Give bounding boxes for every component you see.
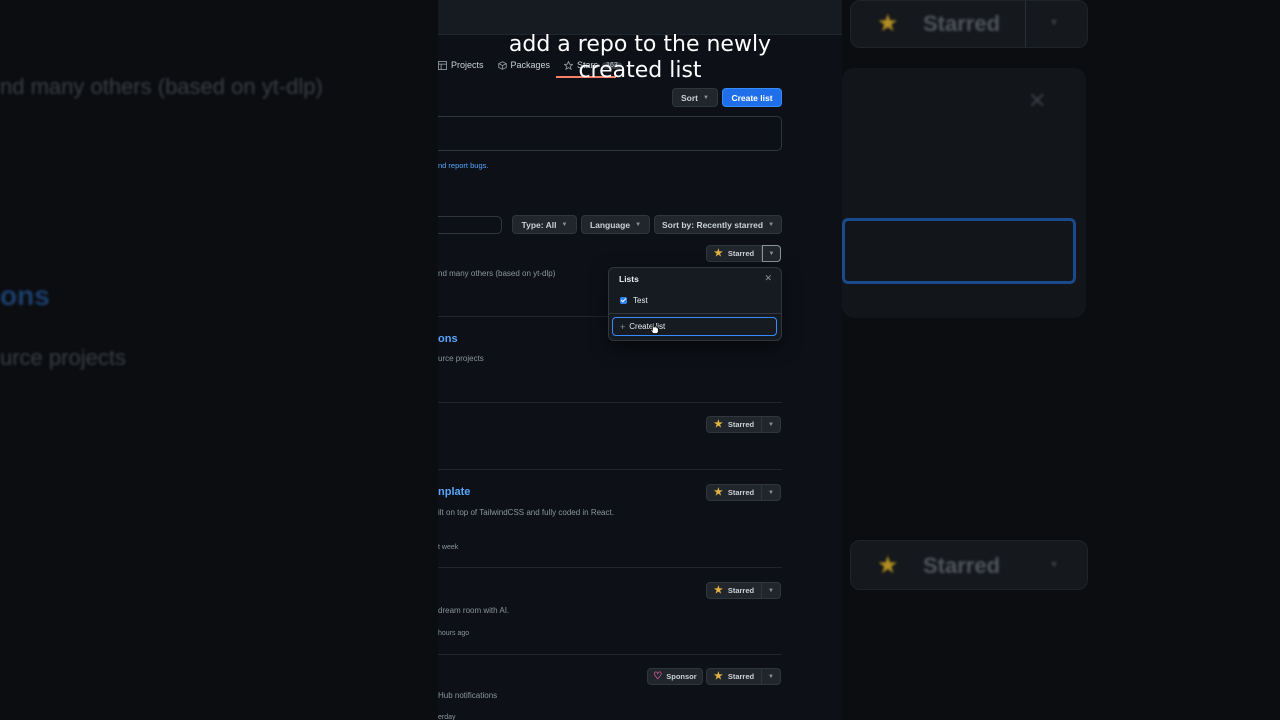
caption-line-1: add a repo to the newly (508, 32, 772, 57)
bg-create-list-outline (842, 218, 1076, 284)
bg-popup-card: ✕ (842, 68, 1086, 318)
sponsor-button[interactable]: ♡ Sponsor (647, 668, 703, 685)
chevron-down-icon: ▼ (768, 221, 775, 228)
starred-label: Starred (727, 672, 755, 681)
sponsor-label: Sponsor (666, 672, 697, 681)
starred-label: Starred (727, 586, 755, 595)
hand-cursor-icon (650, 322, 659, 334)
chevron-down-icon: ▼ (768, 489, 774, 496)
starred-button[interactable]: ★ Starred (706, 245, 762, 262)
starred-button-group: ★ Starred ▼ (706, 582, 781, 599)
bg-caret-icon: ▾ (1051, 15, 1058, 29)
language-filter-label: Language (589, 219, 631, 230)
repo-description: nd many others (based on yt-dlp) (438, 269, 556, 278)
repo-divider (438, 402, 782, 403)
starred-label: Starred (727, 249, 755, 258)
heart-icon: ♡ (653, 671, 663, 682)
sort-by-label: Sort by: Recently starred (661, 219, 764, 230)
bg-repo-name: ons (0, 280, 50, 311)
lists-area (438, 116, 782, 151)
repo-description: urce projects (438, 354, 484, 363)
language-filter-button[interactable]: Language ▼ (581, 215, 650, 234)
bg-star-icon: ★ (877, 10, 899, 37)
starred-button[interactable]: ★ Starred (706, 668, 762, 685)
sort-by-button[interactable]: Sort by: Recently starred ▼ (654, 215, 782, 234)
main-column: Projects Packages Stars 163 add a repo t… (438, 0, 842, 720)
repo-updated-meta: t week (438, 544, 459, 551)
repo-description: ilt on top of TailwindCSS and fully code… (438, 508, 614, 517)
star-icon: ★ (713, 585, 723, 596)
repo-updated-meta: erday (438, 714, 456, 720)
type-filter-button[interactable]: Type: All ▼ (512, 215, 577, 234)
popup-divider (609, 313, 781, 314)
star-icon: ★ (713, 487, 723, 498)
lists-dropdown-button[interactable]: ▼ (762, 245, 781, 262)
bg-starred-group: ★ Starred ▾ (850, 0, 1088, 48)
starred-button-group: ★ Starred ▼ (706, 484, 781, 501)
background-left-blur: nd many others (based on yt-dlp) ons urc… (0, 0, 438, 720)
bg-close-icon: ✕ (1028, 88, 1047, 113)
starred-button[interactable]: ★ Starred (706, 416, 762, 433)
starred-button[interactable]: ★ Starred (706, 484, 762, 501)
bg-starred-group-2: ★ Starred ▾ (850, 540, 1088, 590)
create-list-menu-item[interactable]: + Create list (612, 317, 777, 336)
star-icon: ★ (713, 671, 723, 682)
repo-divider (438, 654, 782, 655)
bg-starred-label-2: Starred (923, 553, 1001, 578)
repo-updated-meta: hours ago (438, 630, 470, 637)
close-icon[interactable]: ✕ (764, 273, 772, 284)
chevron-down-icon: ▼ (703, 94, 709, 101)
star-icon: ★ (713, 419, 723, 430)
starred-label: Starred (727, 420, 755, 429)
sort-button[interactable]: Sort ▼ (672, 88, 718, 107)
lists-dropdown-button[interactable]: ▼ (762, 416, 781, 433)
sort-button-label: Sort (681, 92, 699, 103)
chevron-down-icon: ▼ (561, 221, 568, 228)
create-list-label: Create list (629, 322, 666, 331)
repo-description: dream room with AI. (438, 606, 510, 615)
chevron-down-icon: ▼ (768, 673, 774, 680)
background-right-blur: ★ Starred ▾ ✕ ★ Starred ▾ (842, 0, 1280, 720)
lists-dropdown-button[interactable]: ▼ (762, 582, 781, 599)
chevron-down-icon: ▼ (635, 221, 642, 228)
bg-starred-label: Starred (923, 11, 1001, 36)
bg-star-icon-2: ★ (877, 552, 899, 579)
repo-name-link[interactable]: nplate (438, 486, 470, 498)
lists-popup: Lists ✕ Test + Create list (608, 267, 782, 341)
top-bar (438, 0, 842, 35)
chevron-down-icon: ▼ (768, 250, 775, 257)
bg-divider (1025, 1, 1026, 47)
repo-divider (438, 469, 782, 470)
list-checkbox-test[interactable] (620, 297, 627, 304)
chevron-down-icon: ▼ (768, 421, 774, 428)
starred-button-group: ★ Starred ▼ (706, 416, 781, 433)
bg-repo-description: urce projects (0, 345, 126, 370)
repo-description: Hub notifications (438, 691, 498, 700)
repo-name-link[interactable]: ons (438, 333, 458, 345)
repo-divider (438, 567, 782, 568)
lists-popup-title: Lists (619, 274, 639, 284)
lists-dropdown-button[interactable]: ▼ (762, 668, 781, 685)
report-bugs-link[interactable]: nd report bugs. (438, 161, 488, 170)
star-icon: ★ (713, 248, 723, 259)
caption-line-2: created list (578, 58, 702, 83)
starred-button[interactable]: ★ Starred (706, 582, 762, 599)
starred-label: Starred (727, 488, 755, 497)
chevron-down-icon: ▼ (768, 587, 774, 594)
starred-button-group: ★ Starred ▼ (706, 668, 781, 685)
type-filter-label: Type: All (521, 219, 557, 230)
list-item-label[interactable]: Test (633, 296, 648, 305)
create-list-button[interactable]: Create list (722, 88, 782, 107)
bg-description-text: nd many others (based on yt-dlp) (0, 74, 323, 99)
bg-caret-icon-2: ▾ (1051, 557, 1058, 571)
search-stars-input[interactable] (438, 216, 502, 234)
starred-button-group: ★ Starred ▼ (706, 245, 781, 262)
plus-icon: + (620, 321, 626, 332)
lists-dropdown-button[interactable]: ▼ (762, 484, 781, 501)
